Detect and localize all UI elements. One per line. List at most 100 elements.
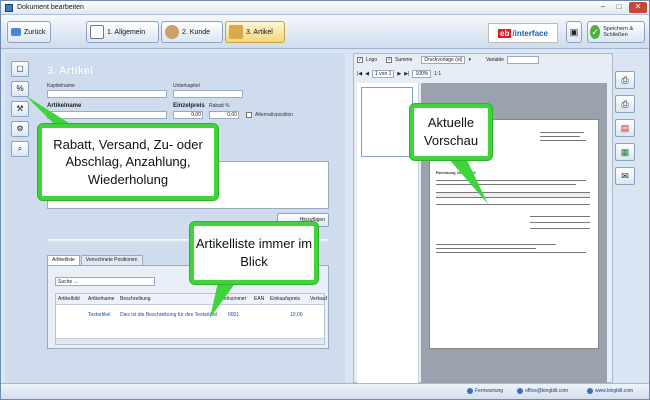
col-beschreibung[interactable]: Beschreibung bbox=[120, 296, 151, 302]
address-line bbox=[540, 136, 580, 137]
hammer-icon[interactable]: ⚒ bbox=[11, 101, 29, 117]
remote-support-link[interactable]: Fernwartung bbox=[467, 388, 503, 394]
tab-allgemein[interactable]: 1. Allgemein bbox=[86, 21, 159, 43]
article-icon[interactable]: ▢ bbox=[11, 61, 29, 77]
title-bar: Dokument bearbeiten – □ ✕ bbox=[1, 1, 649, 15]
maximize-button[interactable]: □ bbox=[611, 2, 627, 13]
percent-icon[interactable]: % bbox=[11, 81, 29, 97]
back-label: Zurück bbox=[24, 28, 46, 36]
invoice-row bbox=[436, 204, 590, 205]
arrow-left-icon bbox=[11, 28, 21, 36]
mail-icon bbox=[517, 388, 523, 394]
logo-checkbox[interactable]: ✓ bbox=[357, 57, 363, 63]
minimize-button[interactable]: – bbox=[595, 2, 611, 13]
app-icon bbox=[5, 4, 13, 12]
col-ean[interactable]: EAN bbox=[254, 296, 264, 302]
artikelname-field[interactable] bbox=[47, 111, 167, 119]
cell-price: 10,00 bbox=[290, 312, 303, 318]
excel-icon[interactable]: ▦ bbox=[615, 143, 635, 161]
tab-artikel[interactable]: 3. Artikel bbox=[225, 21, 285, 43]
einzelpreis-field[interactable]: 0,00 bbox=[173, 111, 203, 119]
unterkapitel-label: Unterkapitel bbox=[173, 83, 200, 89]
template-select[interactable]: Druckvorlage (st) bbox=[421, 56, 466, 64]
callout-rabatt: Rabatt, Versand, Zu- oder Abschlag, Anza… bbox=[38, 124, 218, 200]
logo-interface: /interface bbox=[512, 28, 548, 38]
save-button[interactable]: ▣ bbox=[566, 21, 582, 43]
article-grid: Artikelbild Artikelname Beschreibung Art… bbox=[55, 293, 327, 345]
prev-page-icon[interactable]: ◀ bbox=[365, 71, 369, 77]
preview-actions: ⎙ ⎙ ▤ ▦ ✉ bbox=[615, 71, 637, 191]
text-line bbox=[436, 252, 586, 253]
summe-label: Summe bbox=[395, 57, 413, 63]
tab-kunde[interactable]: 2. Kunde bbox=[161, 21, 223, 43]
search-icon[interactable]: ⌕ bbox=[11, 141, 29, 157]
text-line bbox=[436, 184, 576, 185]
remote-icon bbox=[467, 388, 473, 394]
rabatt-field[interactable]: 0,00 bbox=[209, 111, 239, 119]
rabatt-label: Rabatt % bbox=[209, 103, 230, 109]
email-icon[interactable]: ✉ bbox=[615, 167, 635, 185]
status-bar: Fernwartung office@kingbill.com www.king… bbox=[1, 383, 649, 399]
summe-checkbox[interactable]: ✓ bbox=[386, 57, 393, 63]
web-link[interactable]: www.kingbill.com bbox=[587, 388, 633, 394]
close-button[interactable]: ✕ bbox=[629, 2, 647, 13]
unterkapitel-field[interactable] bbox=[173, 90, 243, 98]
person-icon bbox=[165, 25, 179, 39]
col-artikelname[interactable]: Artikelname bbox=[88, 296, 114, 302]
col-einkaufspreis[interactable]: Einkaufspreis bbox=[270, 296, 300, 302]
cell-name: Testartikel bbox=[88, 312, 111, 318]
page-select[interactable]: 1 von 1 bbox=[372, 70, 395, 78]
page-thumbnail[interactable] bbox=[361, 87, 413, 157]
save-close-button[interactable]: ✓ Speichern & Schließen bbox=[587, 21, 645, 43]
alternativ-checkbox[interactable] bbox=[246, 112, 252, 118]
einzelpreis-label: Einzelpreis bbox=[173, 103, 205, 109]
address-line bbox=[540, 140, 586, 141]
box-icon bbox=[229, 25, 243, 39]
horizontal-scrollbar[interactable] bbox=[56, 338, 324, 344]
window-title: Dokument bearbeiten bbox=[17, 4, 84, 11]
text-line bbox=[436, 248, 536, 249]
print-icon[interactable]: ⎙ bbox=[615, 71, 635, 89]
alternativ-label: Alternativposition bbox=[255, 112, 294, 118]
callout-vorschau: Aktuelle Vorschau bbox=[410, 104, 492, 160]
pdf-icon[interactable]: ▤ bbox=[615, 119, 635, 137]
table-row[interactable]: Testartikel Dies ist die Beschreibung fü… bbox=[56, 310, 324, 319]
col-artikelnummer[interactable]: Artikelnummer bbox=[214, 296, 246, 302]
doc-heading: Rechnung 2014-0001 bbox=[436, 170, 476, 175]
logo-eb: eb bbox=[498, 28, 512, 38]
zoom-ratio[interactable]: 1:1 bbox=[434, 71, 441, 77]
document-icon bbox=[90, 25, 104, 39]
email-link[interactable]: office@kingbill.com bbox=[517, 388, 568, 394]
kapitelname-select[interactable] bbox=[47, 90, 167, 98]
print-settings-icon[interactable]: ⎙ bbox=[615, 95, 635, 113]
ebinterface-logo: eb/interface bbox=[488, 23, 558, 43]
first-page-icon[interactable]: |◀ bbox=[357, 71, 362, 77]
tab-verrechnete[interactable]: Verrechnete Positionen bbox=[80, 255, 143, 265]
cell-number: 0001 bbox=[228, 312, 240, 318]
tab-artikelliste[interactable]: Artikelliste bbox=[47, 255, 80, 265]
text-line bbox=[436, 244, 556, 245]
floppy-icon: ▣ bbox=[569, 27, 579, 37]
tab-label: 3. Artikel bbox=[246, 28, 273, 36]
save-close-label: Speichern & Schließen bbox=[603, 26, 634, 38]
total-line bbox=[530, 216, 590, 217]
search-input[interactable]: Suche ... bbox=[55, 277, 155, 286]
email-label: office@kingbill.com bbox=[525, 388, 569, 394]
grid-header: Artikelbild Artikelname Beschreibung Art… bbox=[56, 294, 327, 305]
artikelname-label: Artikelname bbox=[47, 103, 82, 109]
next-page-icon[interactable]: ▶ bbox=[397, 71, 401, 77]
total-line bbox=[530, 222, 590, 223]
variable-select[interactable] bbox=[506, 56, 539, 64]
zoom-select[interactable]: 100% bbox=[412, 70, 432, 78]
back-button[interactable]: Zurück bbox=[7, 21, 51, 43]
col-verkauf[interactable]: Verkauf bbox=[310, 296, 327, 302]
total-line bbox=[530, 228, 590, 229]
list-tabs: Artikelliste Verrechnete Positionen bbox=[47, 255, 143, 265]
gear-icon[interactable]: ⚙ bbox=[11, 121, 29, 137]
col-artikelbild[interactable]: Artikelbild bbox=[58, 296, 80, 302]
preview-options: ✓ Logo ✓ Summe Druckvorlage (st) ▾ Varia… bbox=[357, 55, 539, 65]
check-icon: ✓ bbox=[590, 25, 601, 39]
remote-label: Fernwartung bbox=[475, 388, 504, 394]
last-page-icon[interactable]: ▶| bbox=[404, 71, 409, 77]
chevron-down-icon[interactable]: ▾ bbox=[468, 57, 471, 63]
